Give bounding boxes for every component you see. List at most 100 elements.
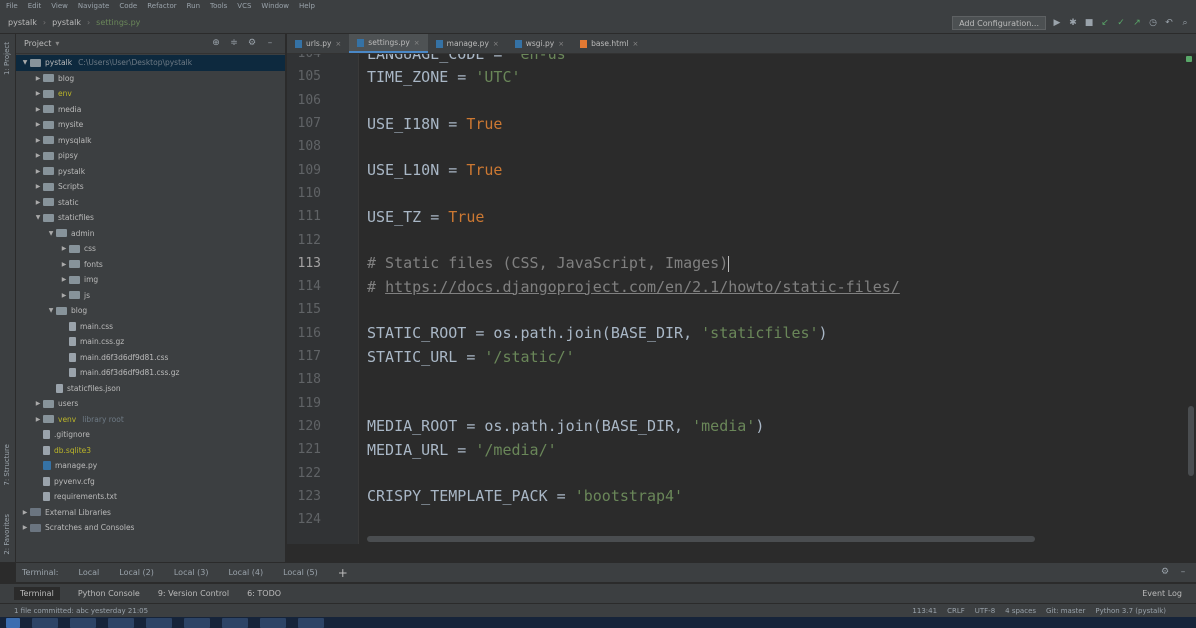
status-widget[interactable]: Git: master [1046,607,1085,615]
editor-tab[interactable]: settings.py × [349,34,428,53]
taskbar-app[interactable] [70,617,96,628]
tree-file[interactable]: db.sqlite3 [16,443,285,459]
editor-tab[interactable]: base.html × [572,34,646,53]
code-line[interactable]: 108 [287,135,1187,158]
status-widget[interactable]: Python 3.7 (pystalk) [1095,607,1166,615]
tree-file[interactable]: pyvenv.cfg [16,474,285,490]
breadcrumb-file[interactable]: settings.py [96,18,140,27]
menu-item[interactable]: View [51,2,68,10]
chevron-right-icon[interactable]: ▶ [33,416,43,423]
tree-file[interactable]: main.d6f3d6df9d81.css [16,350,285,366]
tree-folder[interactable]: ▶ media [16,102,285,118]
code-line[interactable]: 109 USE_L10N = True [287,159,1187,182]
menu-item[interactable]: Help [299,2,315,10]
tree-folder[interactable]: ▶ Scratches and Consoles [16,520,285,536]
menu-item[interactable]: Edit [28,2,42,10]
inspection-ok-icon[interactable] [1186,56,1192,62]
code-line[interactable]: 121 MEDIA_URL = '/media/' [287,438,1187,461]
code-line[interactable]: 117 STATIC_URL = '/static/' [287,345,1187,368]
status-widget[interactable]: CRLF [947,607,965,615]
run-icon[interactable]: ▶ [1052,18,1062,28]
chevron-down-icon[interactable]: ▼ [46,230,56,237]
code-line[interactable]: 106 [287,89,1187,112]
tree-folder[interactable]: ▶ venv library root [16,412,285,428]
tree-folder[interactable]: ▶ users [16,396,285,412]
tree-folder[interactable]: ▼ pystalk C:\Users\User\Desktop\pystalk [16,55,285,71]
chevron-down-icon[interactable]: ▼ [46,307,56,314]
hide-icon[interactable]: – [265,38,275,48]
code-line[interactable]: 116 STATIC_ROOT = os.path.join(BASE_DIR, … [287,322,1187,345]
gear-icon[interactable]: ⚙ [1160,567,1170,577]
code-line[interactable]: 105 TIME_ZONE = 'UTC' [287,65,1187,88]
menu-item[interactable]: VCS [237,2,251,10]
code-line[interactable]: 114 # https://docs.djangoproject.com/en/2… [287,275,1187,298]
menu-item[interactable]: Run [187,2,200,10]
close-icon[interactable]: × [493,40,499,48]
search-icon[interactable]: ⌕ [1180,18,1190,28]
chevron-down-icon[interactable]: ▾ [55,39,59,48]
close-icon[interactable]: × [558,40,564,48]
taskbar-app[interactable] [260,617,286,628]
chevron-right-icon[interactable]: ▶ [33,400,43,407]
tool-window-button[interactable]: Terminal [14,587,60,600]
project-tool-button[interactable]: 1: Project [3,42,11,75]
locate-icon[interactable]: ⊕ [211,38,221,48]
taskbar-app[interactable] [222,617,248,628]
menu-item[interactable]: Navigate [78,2,109,10]
terminal-tab[interactable]: Local (2) [119,568,154,577]
menu-item[interactable]: Refactor [147,2,176,10]
tree-folder[interactable]: ▶ pystalk [16,164,285,180]
close-icon[interactable]: × [335,40,341,48]
tree-folder[interactable]: ▶ blog [16,71,285,87]
tree-folder[interactable]: ▶ pipsy [16,148,285,164]
chevron-right-icon[interactable]: ▶ [33,183,43,190]
tree-folder[interactable]: ▶ Scripts [16,179,285,195]
stop-icon[interactable]: ■ [1084,18,1094,28]
tree-file[interactable]: .gitignore [16,427,285,443]
status-widget[interactable]: 113:41 [912,607,937,615]
tree-folder[interactable]: ▶ fonts [16,257,285,273]
code-editor[interactable]: 104 LANGUAGE_CODE = 'en-us' 105 TIME_ZONE =… [287,54,1196,544]
terminal-tab[interactable]: Local (5) [283,568,318,577]
editor-tab[interactable]: urls.py × [287,34,349,53]
code-line[interactable]: 124 [287,508,1187,531]
tool-window-button[interactable]: 9: Version Control [158,589,229,598]
chevron-down-icon[interactable]: ▼ [20,59,30,66]
chevron-down-icon[interactable]: ▼ [33,214,43,221]
tool-window-button[interactable]: Python Console [78,589,140,598]
minimize-icon[interactable]: – [1178,567,1188,577]
tree-file[interactable]: staticfiles.json [16,381,285,397]
chevron-right-icon[interactable]: ▶ [33,106,43,113]
chevron-right-icon[interactable]: ▶ [59,245,69,252]
taskbar-app[interactable] [32,617,58,628]
close-icon[interactable]: × [414,39,420,47]
tree-file[interactable]: main.d6f3d6df9d81.css.gz [16,365,285,381]
debug-icon[interactable]: ✱ [1068,18,1078,28]
chevron-right-icon[interactable]: ▶ [59,276,69,283]
terminal-tab[interactable]: Local (3) [174,568,209,577]
taskbar-app[interactable] [108,617,134,628]
tree-folder[interactable]: ▶ External Libraries [16,505,285,521]
tree-folder[interactable]: ▼ staticfiles [16,210,285,226]
code-line[interactable]: 107 USE_I18N = True [287,112,1187,135]
add-terminal-icon[interactable]: + [338,566,348,580]
revert-icon[interactable]: ↶ [1164,18,1174,28]
code-line[interactable]: 118 [287,368,1187,391]
tree-folder[interactable]: ▼ blog [16,303,285,319]
terminal-tab[interactable]: Local [79,568,100,577]
collapse-icon[interactable]: ≑ [229,38,239,48]
vcs-commit-icon[interactable]: ✓ [1116,18,1126,28]
add-configuration-button[interactable]: Add Configuration... [952,16,1046,30]
vertical-scrollbar[interactable] [1188,406,1194,476]
tree-file[interactable]: manage.py [16,458,285,474]
horizontal-scrollbar[interactable] [367,536,1035,542]
tree-file[interactable]: main.css.gz [16,334,285,350]
project-panel-title[interactable]: Project [24,39,51,48]
code-line[interactable]: 120 MEDIA_ROOT = os.path.join(BASE_DIR, '… [287,415,1187,438]
taskbar-app[interactable] [298,617,324,628]
code-line[interactable]: 123 CRISPY_TEMPLATE_PACK = 'bootstrap4' [287,485,1187,508]
chevron-right-icon[interactable]: ▶ [33,137,43,144]
taskbar-app[interactable] [146,617,172,628]
chevron-right-icon[interactable]: ▶ [33,121,43,128]
breadcrumb-project[interactable]: pystalk [8,18,37,27]
